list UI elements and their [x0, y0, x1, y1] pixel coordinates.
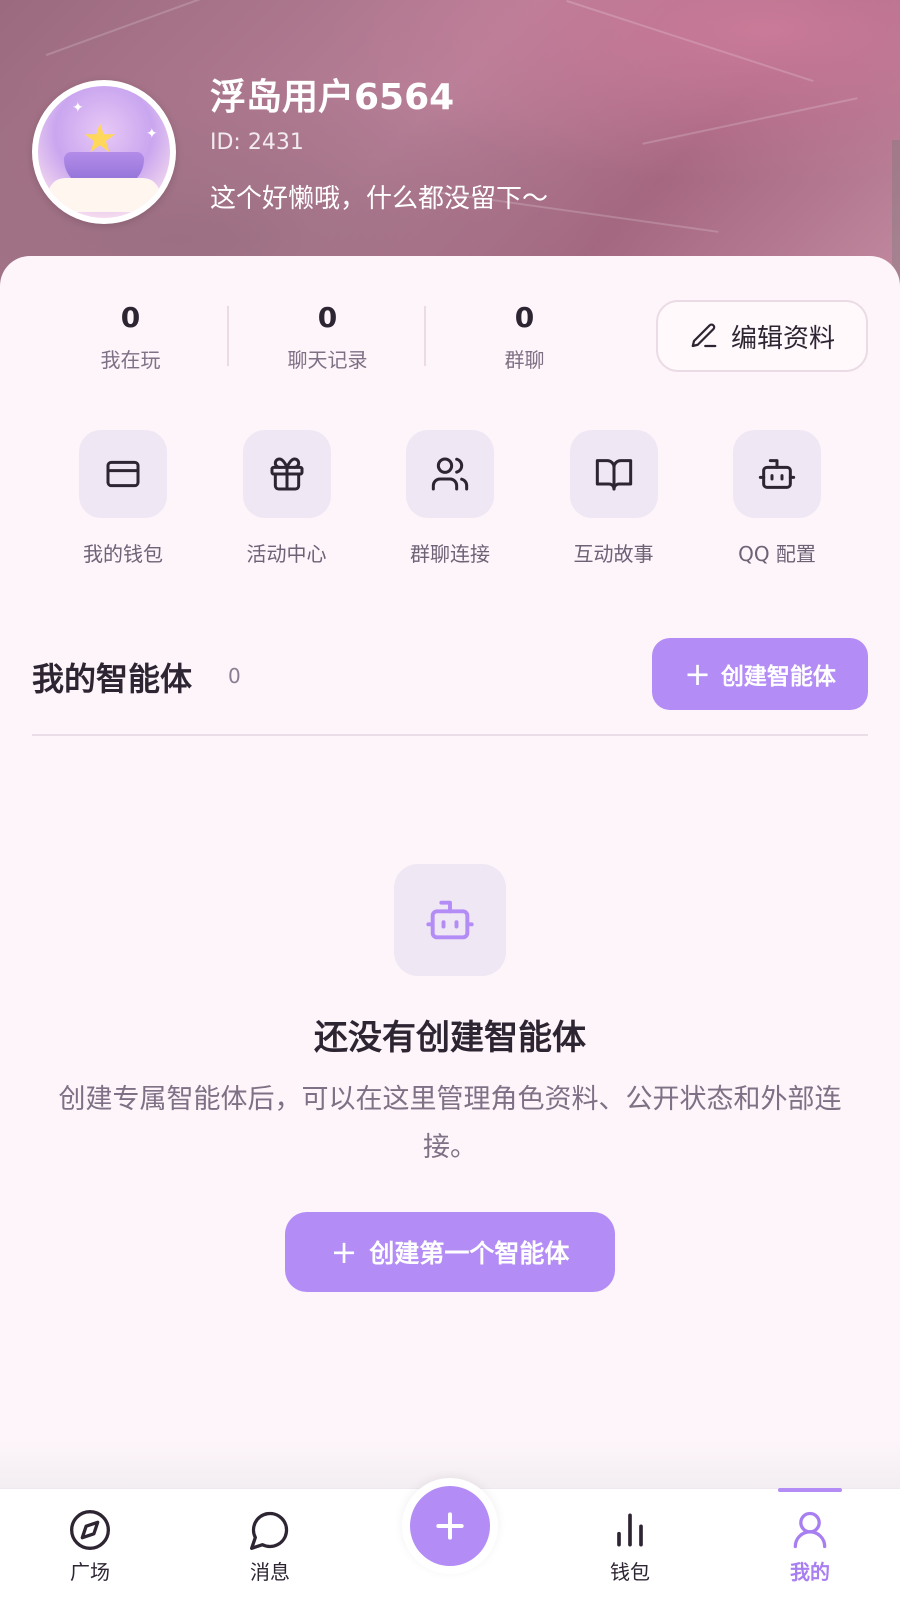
- tab-label: 钱包: [610, 1560, 650, 1584]
- tab-wallet[interactable]: 钱包: [580, 1508, 680, 1585]
- user-bio: 这个好懒哦，什么都没留下～: [210, 184, 549, 214]
- create-fab-button[interactable]: [410, 1486, 490, 1566]
- divider: [32, 734, 868, 736]
- quick-action-group-connect[interactable]: 群聊连接: [395, 430, 505, 567]
- agents-section-title: 我的智能体: [32, 660, 193, 698]
- avatar[interactable]: ✦ ✦ ★: [32, 80, 176, 224]
- stat-label: 群聊: [504, 348, 545, 372]
- create-first-agent-button[interactable]: + 创建第一个智能体: [285, 1212, 615, 1292]
- agents-count: 0: [228, 664, 241, 688]
- stat-label: 我在玩: [100, 348, 161, 372]
- plus-icon: [436, 1512, 464, 1540]
- quick-actions: 我的钱包 活动中心 群聊连接 互动故事 QQ 配置: [68, 430, 832, 567]
- stat-value: 0: [120, 301, 141, 334]
- tab-label: 消息: [250, 1560, 290, 1584]
- quick-action-wallet[interactable]: 我的钱包: [68, 430, 178, 567]
- user-id: ID: 2431: [210, 130, 304, 155]
- compass-icon: [70, 1510, 110, 1550]
- quick-action-label: 活动中心: [246, 542, 327, 566]
- bot-icon: [758, 459, 796, 489]
- stat-value: 0: [514, 301, 535, 334]
- empty-state-icon-tile: [394, 864, 506, 976]
- edit-profile-label: 编辑资料: [730, 323, 835, 354]
- credit-card-icon: [106, 460, 140, 488]
- user-icon: [793, 1511, 827, 1549]
- active-tab-indicator: [778, 1488, 842, 1492]
- tab-plaza[interactable]: 广场: [40, 1508, 140, 1585]
- quick-action-label: 群聊连接: [410, 542, 490, 566]
- quick-action-label: 我的钱包: [83, 542, 163, 566]
- bar-chart-icon: [617, 1513, 643, 1547]
- username: 浮岛用户6564: [210, 77, 455, 118]
- create-agent-button[interactable]: + 创建智能体: [652, 638, 868, 710]
- quick-action-qq-config[interactable]: QQ 配置: [722, 430, 832, 567]
- bot-icon: [426, 900, 474, 940]
- book-open-icon: [595, 459, 632, 491]
- create-agent-label: 创建智能体: [720, 664, 836, 690]
- stats-row: 0 我在玩 0 聊天记录 0 群聊: [32, 300, 623, 372]
- stat-playing[interactable]: 0 我在玩: [32, 300, 229, 372]
- message-circle-icon: [250, 1511, 289, 1550]
- quick-action-events[interactable]: 活动中心: [232, 430, 342, 567]
- stat-value: 0: [317, 301, 338, 334]
- users-icon: [431, 457, 469, 491]
- stat-group-chats[interactable]: 0 群聊: [426, 300, 623, 372]
- edit-profile-button[interactable]: 编辑资料: [656, 300, 868, 372]
- quick-action-stories[interactable]: 互动故事: [559, 430, 669, 567]
- pencil-icon: [691, 323, 717, 348]
- gift-icon: [270, 457, 303, 491]
- tab-label: 广场: [70, 1560, 110, 1584]
- plus-icon: +: [684, 655, 711, 693]
- empty-state-description: 创建专属智能体后，可以在这里管理角色资料、公开状态和外部连接。: [58, 1084, 842, 1163]
- quick-action-label: QQ 配置: [738, 542, 816, 566]
- tab-mine[interactable]: 我的: [760, 1508, 860, 1585]
- empty-state-title: 还没有创建智能体: [314, 1018, 586, 1058]
- quick-action-label: 互动故事: [573, 542, 654, 566]
- tab-messages[interactable]: 消息: [220, 1508, 320, 1585]
- create-first-agent-label: 创建第一个智能体: [369, 1239, 570, 1268]
- stat-label: 聊天记录: [287, 348, 368, 372]
- stat-chat-history[interactable]: 0 聊天记录: [229, 300, 426, 372]
- plus-icon: +: [330, 1233, 358, 1271]
- tab-label: 我的: [790, 1560, 830, 1584]
